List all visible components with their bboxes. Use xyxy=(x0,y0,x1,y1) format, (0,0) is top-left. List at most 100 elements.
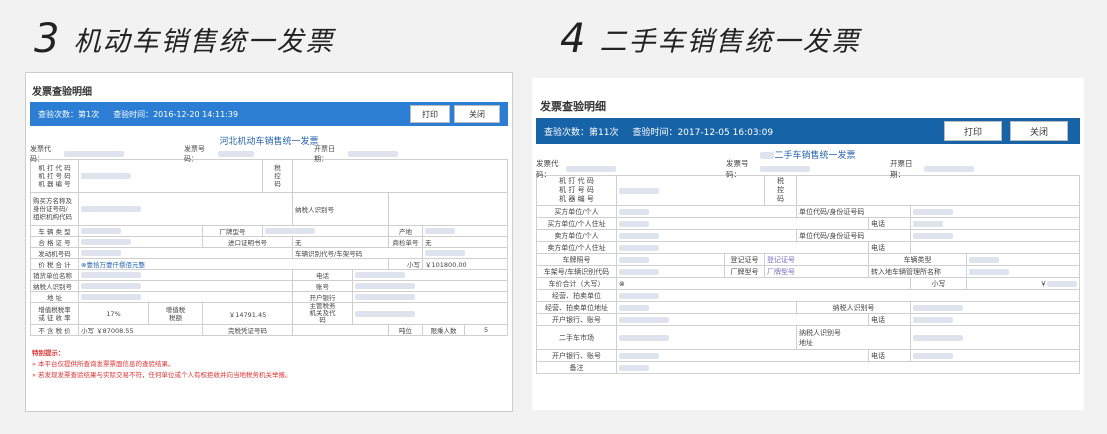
heading-number: 3 xyxy=(34,16,60,62)
redacted-value xyxy=(355,310,416,317)
redacted-value xyxy=(265,228,316,234)
small-label: 小写 xyxy=(388,258,424,270)
redacted-value xyxy=(81,173,131,179)
redacted-value xyxy=(619,208,649,215)
vat-amount-label: 增值税 税额 xyxy=(148,302,203,325)
phone-label: 电话 xyxy=(868,217,911,230)
redacted-value xyxy=(913,208,953,215)
market-tax-address: 纳税人识别号 地址 xyxy=(796,325,911,350)
print-button[interactable]: 打印 xyxy=(410,105,450,123)
redacted-value xyxy=(81,250,121,256)
brand-label: 厂牌型号 xyxy=(724,265,765,278)
remark-label: 备注 xyxy=(536,361,617,374)
auction-address-label: 经营、拍卖单位地址 xyxy=(536,301,617,314)
seller-address-label: 卖方单位/个人住址 xyxy=(536,241,617,254)
redacted-value xyxy=(566,166,616,172)
market-taxpayer-label: 纳税人识别号 xyxy=(799,328,841,337)
taxpayer-id-label: 纳税人识别号 xyxy=(292,192,390,226)
redacted-value xyxy=(913,316,953,323)
redacted-value xyxy=(619,292,659,299)
tax-authority-label: 主管税务 机关及代 码 xyxy=(292,302,354,325)
close-button[interactable]: 关闭 xyxy=(1010,121,1068,141)
plate-label: 车牌照号 xyxy=(536,253,617,266)
close-button[interactable]: 关闭 xyxy=(454,105,500,123)
panel-title: 发票查验明细 xyxy=(540,100,606,113)
phone-label: 电话 xyxy=(292,269,354,281)
tax-cert-label: 完税凭证号码 xyxy=(201,324,294,336)
pre-tax-value: 小写 ￥87008.55 xyxy=(78,324,203,336)
print-button[interactable]: 打印 xyxy=(944,121,1002,141)
redacted-value xyxy=(913,334,963,341)
redacted-value xyxy=(913,352,953,359)
tonnage-label: 吨位 xyxy=(388,324,424,336)
check-count: 查验次数：第1次 xyxy=(38,109,100,119)
redacted-value xyxy=(969,268,1009,275)
redacted-value xyxy=(619,256,649,263)
redacted-value xyxy=(218,151,254,157)
seller-code-label: 单位代码/身份证号码 xyxy=(796,229,911,242)
vin-label: 车架号/车辆识别代码 xyxy=(536,265,617,278)
heading-text: 二手车销售统一发票 xyxy=(599,26,861,58)
transfer-office-label: 转入地车辆管理所名称 xyxy=(868,265,967,278)
buyer-code-label: 单位代码/身份证号码 xyxy=(796,205,911,218)
invoice-header-line: 发票代码： 发票号码： 开票日期： xyxy=(26,145,512,163)
total-symbol: ⊗ xyxy=(616,277,911,290)
redacted-value xyxy=(64,151,124,157)
check-time: 查验时间：2016-12-20 14:11:39 xyxy=(113,109,239,119)
invoice-number-label: 发票号码： xyxy=(184,145,205,163)
bank-label: 开户银行、账号 xyxy=(536,313,617,326)
redacted-value xyxy=(913,220,943,227)
check-count: 查验次数：第11次 xyxy=(544,127,619,138)
redacted-value xyxy=(924,166,974,172)
invoice-table: 机 打 代 码 机 打 号 码 机 器 编 号 税 控 码 购买方名称及 身份证号… xyxy=(30,159,508,336)
heading-text: 机动车销售统一发票 xyxy=(73,26,335,58)
vin-label: 车辆识别代号/车架号码 xyxy=(292,247,424,259)
redacted-value xyxy=(619,316,669,323)
machine-codes-label: 机 打 代 码 机 打 号 码 机 器 编 号 xyxy=(536,175,617,206)
bank-label: 开户银行 xyxy=(292,291,354,303)
market-label: 二手车市场 xyxy=(536,325,617,350)
special-notes: 特别提示： » 本平台仅提供所查询发票票面信息的查验结果。 » 若发现发票查验结… xyxy=(26,336,512,381)
total-label: 价 税 合 计 xyxy=(30,258,79,270)
brand-model-label: 厂牌型号 xyxy=(201,225,264,237)
redacted-value xyxy=(913,304,963,311)
seats-label: 限乘人数 xyxy=(422,324,466,336)
redacted-value xyxy=(619,232,659,239)
reg-no-value: 登记证号 xyxy=(764,253,869,266)
redacted-value xyxy=(619,187,659,194)
redacted-value xyxy=(425,228,456,234)
redacted-value xyxy=(81,272,141,278)
redacted-value xyxy=(760,166,810,172)
redacted-value xyxy=(355,272,406,278)
motor-vehicle-invoice-panel: 发票查验明细 查验次数：第1次 查验时间：2016-12-20 14:11:39… xyxy=(25,72,513,412)
heading-motor-vehicle: 3 机动车销售统一发票 xyxy=(34,16,334,62)
seller-label: 卖方单位/个人 xyxy=(536,229,617,242)
invoice-code-label: 发票代码： xyxy=(30,145,51,163)
yen-sign: ￥ xyxy=(1040,279,1047,288)
redacted-value xyxy=(81,206,141,212)
redacted-value xyxy=(619,268,659,275)
invoice-title: 二手车销售统一发票 xyxy=(532,148,1084,161)
redacted-value xyxy=(1047,280,1077,287)
total-words: ⊗壹拾万壹仟捌佰元整 xyxy=(77,258,390,270)
redacted-value xyxy=(81,228,121,234)
buyer-address-label: 买方单位/个人住址 xyxy=(536,217,617,230)
notes-line-1: » 本平台仅提供所查询发票票面信息的查验结果。 xyxy=(32,360,175,368)
total-label: 车价合计（大写） xyxy=(536,277,617,290)
redacted-value xyxy=(81,239,131,245)
check-time: 查验时间：2017-12-05 16:03:09 xyxy=(632,127,774,138)
account-label: 账号 xyxy=(292,280,354,292)
import-cert-label: 进口证明书号 xyxy=(201,236,294,248)
buyer-label: 购买方名称及 身份证号码/ 组织机构代码 xyxy=(30,192,79,226)
notes-title: 特别提示： xyxy=(32,349,65,357)
invoice-date-label: 开票日期： xyxy=(314,145,335,163)
auction-label: 经营、拍卖单位 xyxy=(536,289,617,302)
redacted-value xyxy=(913,232,953,239)
seller-taxpayer-label: 纳税人识别号 xyxy=(30,280,79,292)
tax-control-label: 税 控 码 xyxy=(764,175,797,206)
heading-number: 4 xyxy=(560,16,586,62)
invoice-date-label: 开票日期： xyxy=(890,159,913,179)
phone-label: 电话 xyxy=(868,241,911,254)
used-car-invoice-panel: 发票查验明细 查验次数：第11次 查验时间：2017-12-05 16:03:0… xyxy=(532,78,1084,410)
seller-label: 销货单位名称 xyxy=(30,269,79,281)
